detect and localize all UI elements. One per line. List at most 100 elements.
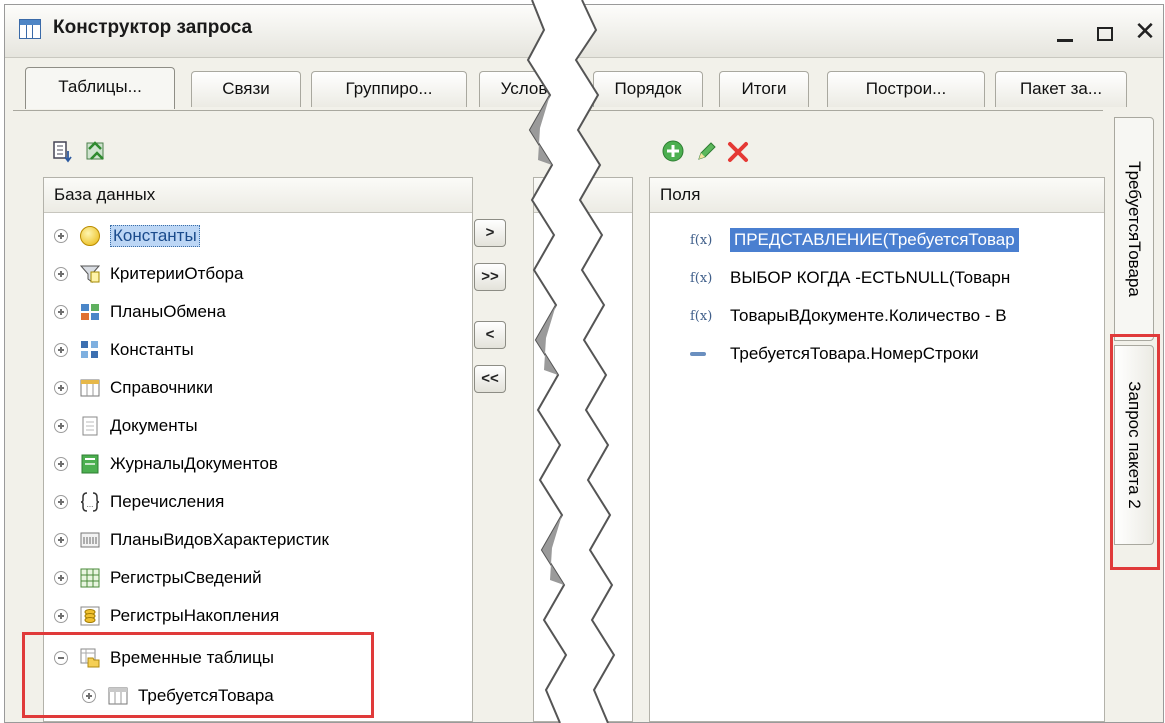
journal-icon xyxy=(81,454,99,474)
constant-icon xyxy=(80,226,100,246)
accumulation-icon xyxy=(80,606,100,626)
add-all-button[interactable]: >> xyxy=(474,263,506,291)
tree-item-label: Справочники xyxy=(110,378,213,397)
fields-header: Поля xyxy=(650,178,1104,213)
tree-item-label: РегистрыНакопления xyxy=(110,606,280,625)
pencil-icon[interactable] xyxy=(695,139,719,163)
tree-item-label: Константы xyxy=(110,340,194,359)
tab-order[interactable]: Порядок xyxy=(593,71,703,107)
tree-item-constants-2[interactable]: Константы xyxy=(54,332,194,368)
tree-item-label: ТребуетсяТовара xyxy=(138,686,274,705)
window-title: Конструктор запроса xyxy=(53,17,253,38)
tab-bar: Таблицы... Связи Группиро... Услов Поряд… xyxy=(5,57,1163,113)
document-icon xyxy=(82,416,98,436)
function-icon: f(x) xyxy=(690,308,713,324)
tab-builder[interactable]: Построи... xyxy=(827,71,985,107)
side-tab-label: ТребуетсяТовара xyxy=(1125,161,1144,297)
tab-tables[interactable]: Таблицы... xyxy=(25,67,175,109)
field-label: ВЫБОР КОГДА -ЕСТЬNULL(Товарн xyxy=(730,268,1011,287)
expand-icon[interactable] xyxy=(54,609,68,623)
attribute-icon xyxy=(690,352,706,356)
side-tab-batch-query-2[interactable]: Запрос пакета 2 xyxy=(1114,345,1154,545)
field-label: ПРЕДСТАВЛЕНИЕ(ТребуетсяТовар xyxy=(730,228,1019,252)
tree-item-accum-registers[interactable]: РегистрыНакопления xyxy=(54,598,279,634)
tree-item-exchange-plans[interactable]: ПланыОбмена xyxy=(54,294,226,330)
remove-field-button[interactable]: < xyxy=(474,321,506,349)
characteristics-icon xyxy=(80,532,100,548)
tree-item-label: РегистрыСведений xyxy=(110,568,262,587)
expand-icon[interactable] xyxy=(54,457,68,471)
tree-item-label: ПланыВидовХарактеристик xyxy=(110,530,329,549)
tree-item-documents[interactable]: Документы xyxy=(54,408,198,444)
remove-all-button[interactable]: << xyxy=(474,365,506,393)
temp-table-icon xyxy=(80,648,100,668)
side-tab-label: Запрос пакета 2 xyxy=(1125,381,1144,509)
tree-item-label: Константы xyxy=(110,225,200,247)
tab-grouping[interactable]: Группиро... xyxy=(311,71,467,107)
expand-icon[interactable] xyxy=(54,419,68,433)
table-icon xyxy=(108,687,128,705)
table-icon xyxy=(19,19,41,39)
tree-item-label: Документы xyxy=(110,416,198,435)
tree-item-temp-tables[interactable]: Временные таблицы xyxy=(54,640,274,676)
tree-item-label: Перечисления xyxy=(110,492,225,511)
list-down-icon[interactable] xyxy=(53,141,73,163)
tree-item-label: ПланыОбмена xyxy=(110,302,226,321)
add-field-button[interactable]: > xyxy=(474,219,506,247)
tab-batch[interactable]: Пакет за... xyxy=(995,71,1127,107)
tables-panel xyxy=(533,177,633,722)
expand-icon[interactable] xyxy=(82,689,96,703)
expand-icon[interactable] xyxy=(54,571,68,585)
tree-item-required-goods[interactable]: ТребуетсяТовара xyxy=(82,678,274,714)
collapse-icon[interactable] xyxy=(54,651,68,665)
database-header: База данных xyxy=(44,178,472,213)
tree-item-label: КритерииОтбора xyxy=(110,264,244,283)
svg-text:...: ... xyxy=(87,500,94,509)
field-label: ТребуетсяТовара.НомерСтроки xyxy=(730,344,979,363)
title-bar: Конструктор запроса ✕ xyxy=(5,5,1163,58)
database-tree-panel: База данных Константы КритерииОтбора Пла… xyxy=(43,177,473,722)
add-icon[interactable] xyxy=(661,139,685,163)
expand-icon[interactable] xyxy=(54,495,68,509)
field-row[interactable]: ТребуетсяТовара.НомерСтроки xyxy=(690,336,979,372)
field-row[interactable]: f(x) ПРЕДСТАВЛЕНИЕ(ТребуетсяТовар xyxy=(690,222,1019,258)
side-tab-required-goods[interactable]: ТребуетсяТовара xyxy=(1114,117,1154,341)
tab-totals[interactable]: Итоги xyxy=(719,71,809,107)
refresh-icon[interactable] xyxy=(83,139,109,165)
blocks-icon xyxy=(81,341,98,358)
tables-header xyxy=(534,178,632,213)
tree-item-catalogs[interactable]: Справочники xyxy=(54,370,213,406)
tab-divider xyxy=(13,110,1103,111)
query-builder-window: Конструктор запроса ✕ Таблицы... Связи Г… xyxy=(4,4,1164,723)
tree-item-label: Временные таблицы xyxy=(110,648,274,667)
expand-icon[interactable] xyxy=(54,343,68,357)
tree-item-criteria[interactable]: КритерииОтбора xyxy=(54,256,243,292)
expand-icon[interactable] xyxy=(54,229,68,243)
filter-icon xyxy=(80,265,100,283)
expand-icon[interactable] xyxy=(54,267,68,281)
expand-icon[interactable] xyxy=(54,381,68,395)
maximize-button[interactable] xyxy=(1093,21,1117,41)
tab-conditions[interactable]: Услов xyxy=(479,71,569,107)
fields-panel: Поля f(x) ПРЕДСТАВЛЕНИЕ(ТребуетсяТовар f… xyxy=(649,177,1105,722)
function-icon: f(x) xyxy=(690,270,713,286)
catalog-icon xyxy=(80,379,100,397)
minimize-button[interactable] xyxy=(1053,21,1077,42)
tree-item-characteristics[interactable]: ПланыВидовХарактеристик xyxy=(54,522,329,558)
field-label: ТоварыВДокументе.Количество - В xyxy=(730,306,1007,325)
expand-icon[interactable] xyxy=(54,305,68,319)
tree-item-constants[interactable]: Константы xyxy=(54,218,200,254)
batch-side-tabs: ТребуетсяТовара Запрос пакета 2 xyxy=(1108,117,1160,717)
tree-item-enums[interactable]: ... Перечисления xyxy=(54,484,224,520)
expand-icon[interactable] xyxy=(54,533,68,547)
close-button[interactable]: ✕ xyxy=(1133,17,1157,45)
tab-links[interactable]: Связи xyxy=(191,71,301,107)
field-row[interactable]: f(x) ВЫБОР КОГДА -ЕСТЬNULL(Товарн xyxy=(690,260,1010,296)
delete-icon[interactable] xyxy=(727,141,749,163)
field-row[interactable]: f(x) ТоварыВДокументе.Количество - В xyxy=(690,298,1007,334)
exchange-icon xyxy=(81,304,99,320)
tree-item-info-registers[interactable]: РегистрыСведений xyxy=(54,560,262,596)
tree-item-journals[interactable]: ЖурналыДокументов xyxy=(54,446,278,482)
tree-item-label: ЖурналыДокументов xyxy=(110,454,278,473)
braces-icon: ... xyxy=(80,492,100,512)
